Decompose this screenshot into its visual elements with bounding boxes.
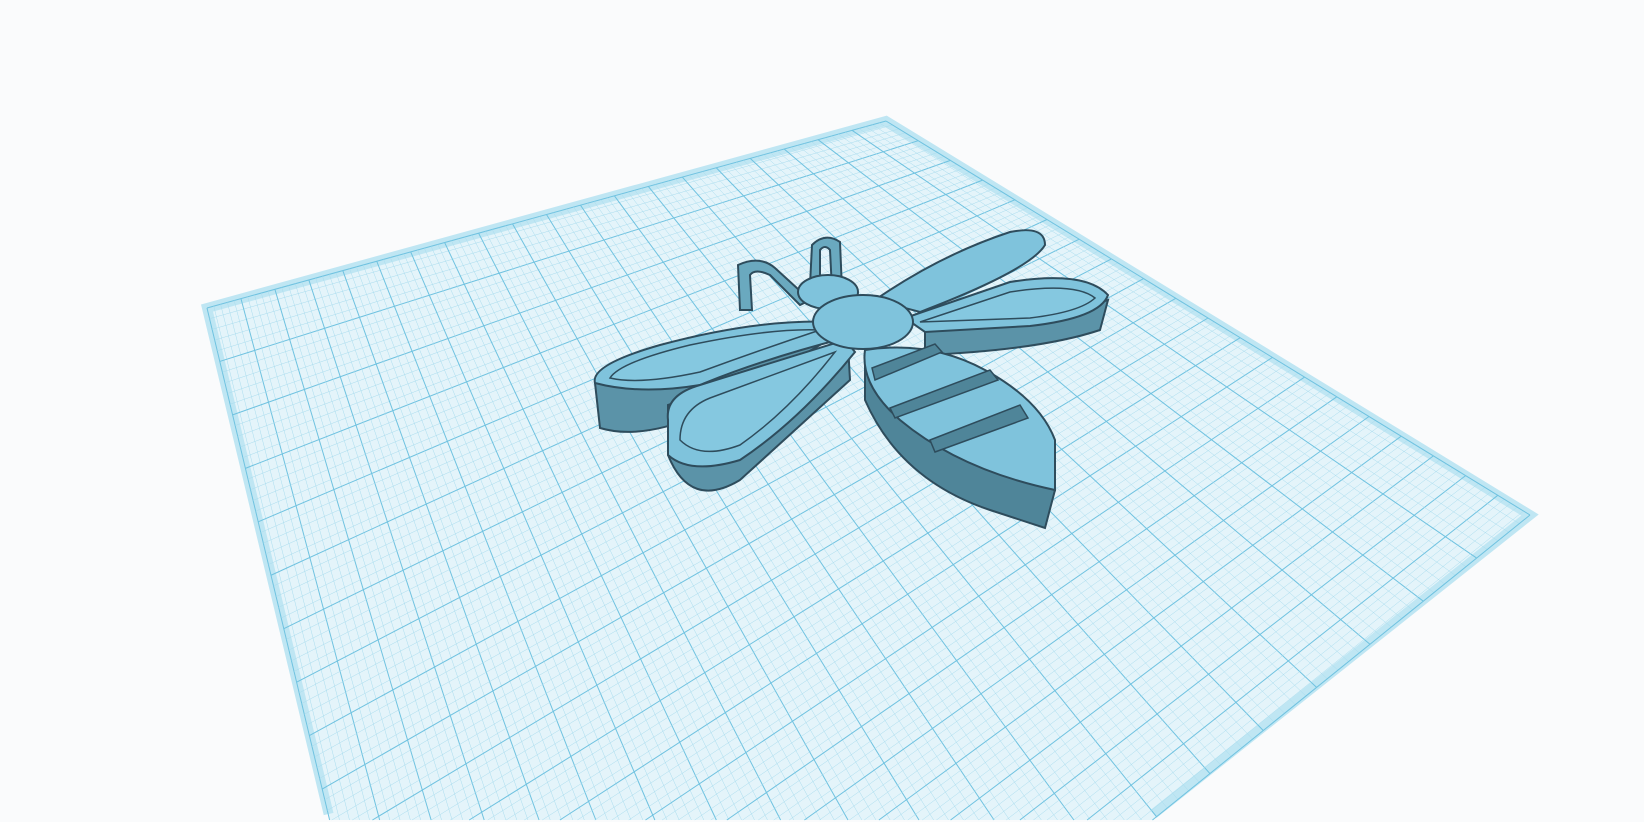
bee-thorax: [812, 294, 914, 350]
workplane-grid[interactable]: [201, 115, 1539, 821]
3d-viewport[interactable]: [0, 0, 1644, 822]
